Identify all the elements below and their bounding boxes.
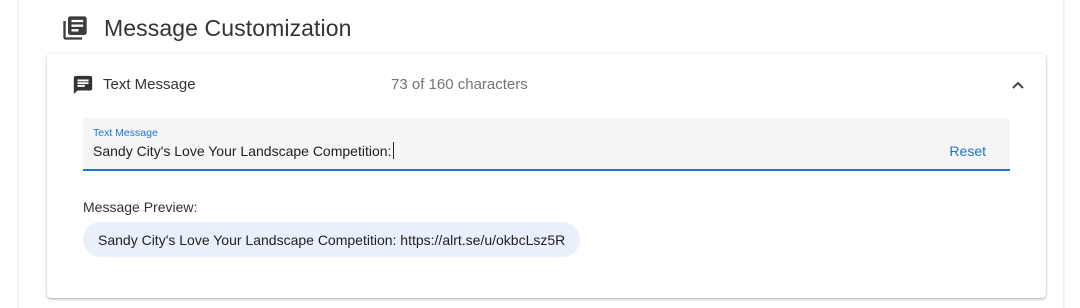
- chevron-up-icon[interactable]: [1007, 74, 1029, 96]
- text-message-field[interactable]: Text Message Sandy City's Love Your Land…: [83, 118, 1010, 171]
- panel-header[interactable]: Text Message 73 of 160 characters: [47, 54, 1046, 116]
- character-count: 73 of 160 characters: [391, 76, 528, 93]
- text-message-input-value: Sandy City's Love Your Landscape Competi…: [93, 143, 392, 159]
- section-title: Message Customization: [104, 14, 352, 41]
- text-cursor: [393, 142, 395, 159]
- message-preview-label: Message Preview:: [83, 199, 198, 215]
- section-header: Message Customization: [60, 12, 352, 44]
- message-preview-text: Sandy City's Love Your Landscape Competi…: [98, 231, 566, 248]
- text-message-panel: Text Message 73 of 160 characters Text M…: [47, 54, 1046, 298]
- chat-message-icon: [72, 74, 94, 96]
- page: Message Customization Text Message 73 of…: [0, 0, 1080, 308]
- message-preview-bubble: Sandy City's Love Your Landscape Competi…: [83, 222, 581, 257]
- panel-title: Text Message: [103, 76, 196, 93]
- text-message-input[interactable]: Sandy City's Love Your Landscape Competi…: [93, 142, 395, 159]
- library-books-icon: [60, 13, 90, 43]
- text-message-field-label: Text Message: [93, 127, 158, 139]
- reset-button[interactable]: Reset: [949, 143, 986, 159]
